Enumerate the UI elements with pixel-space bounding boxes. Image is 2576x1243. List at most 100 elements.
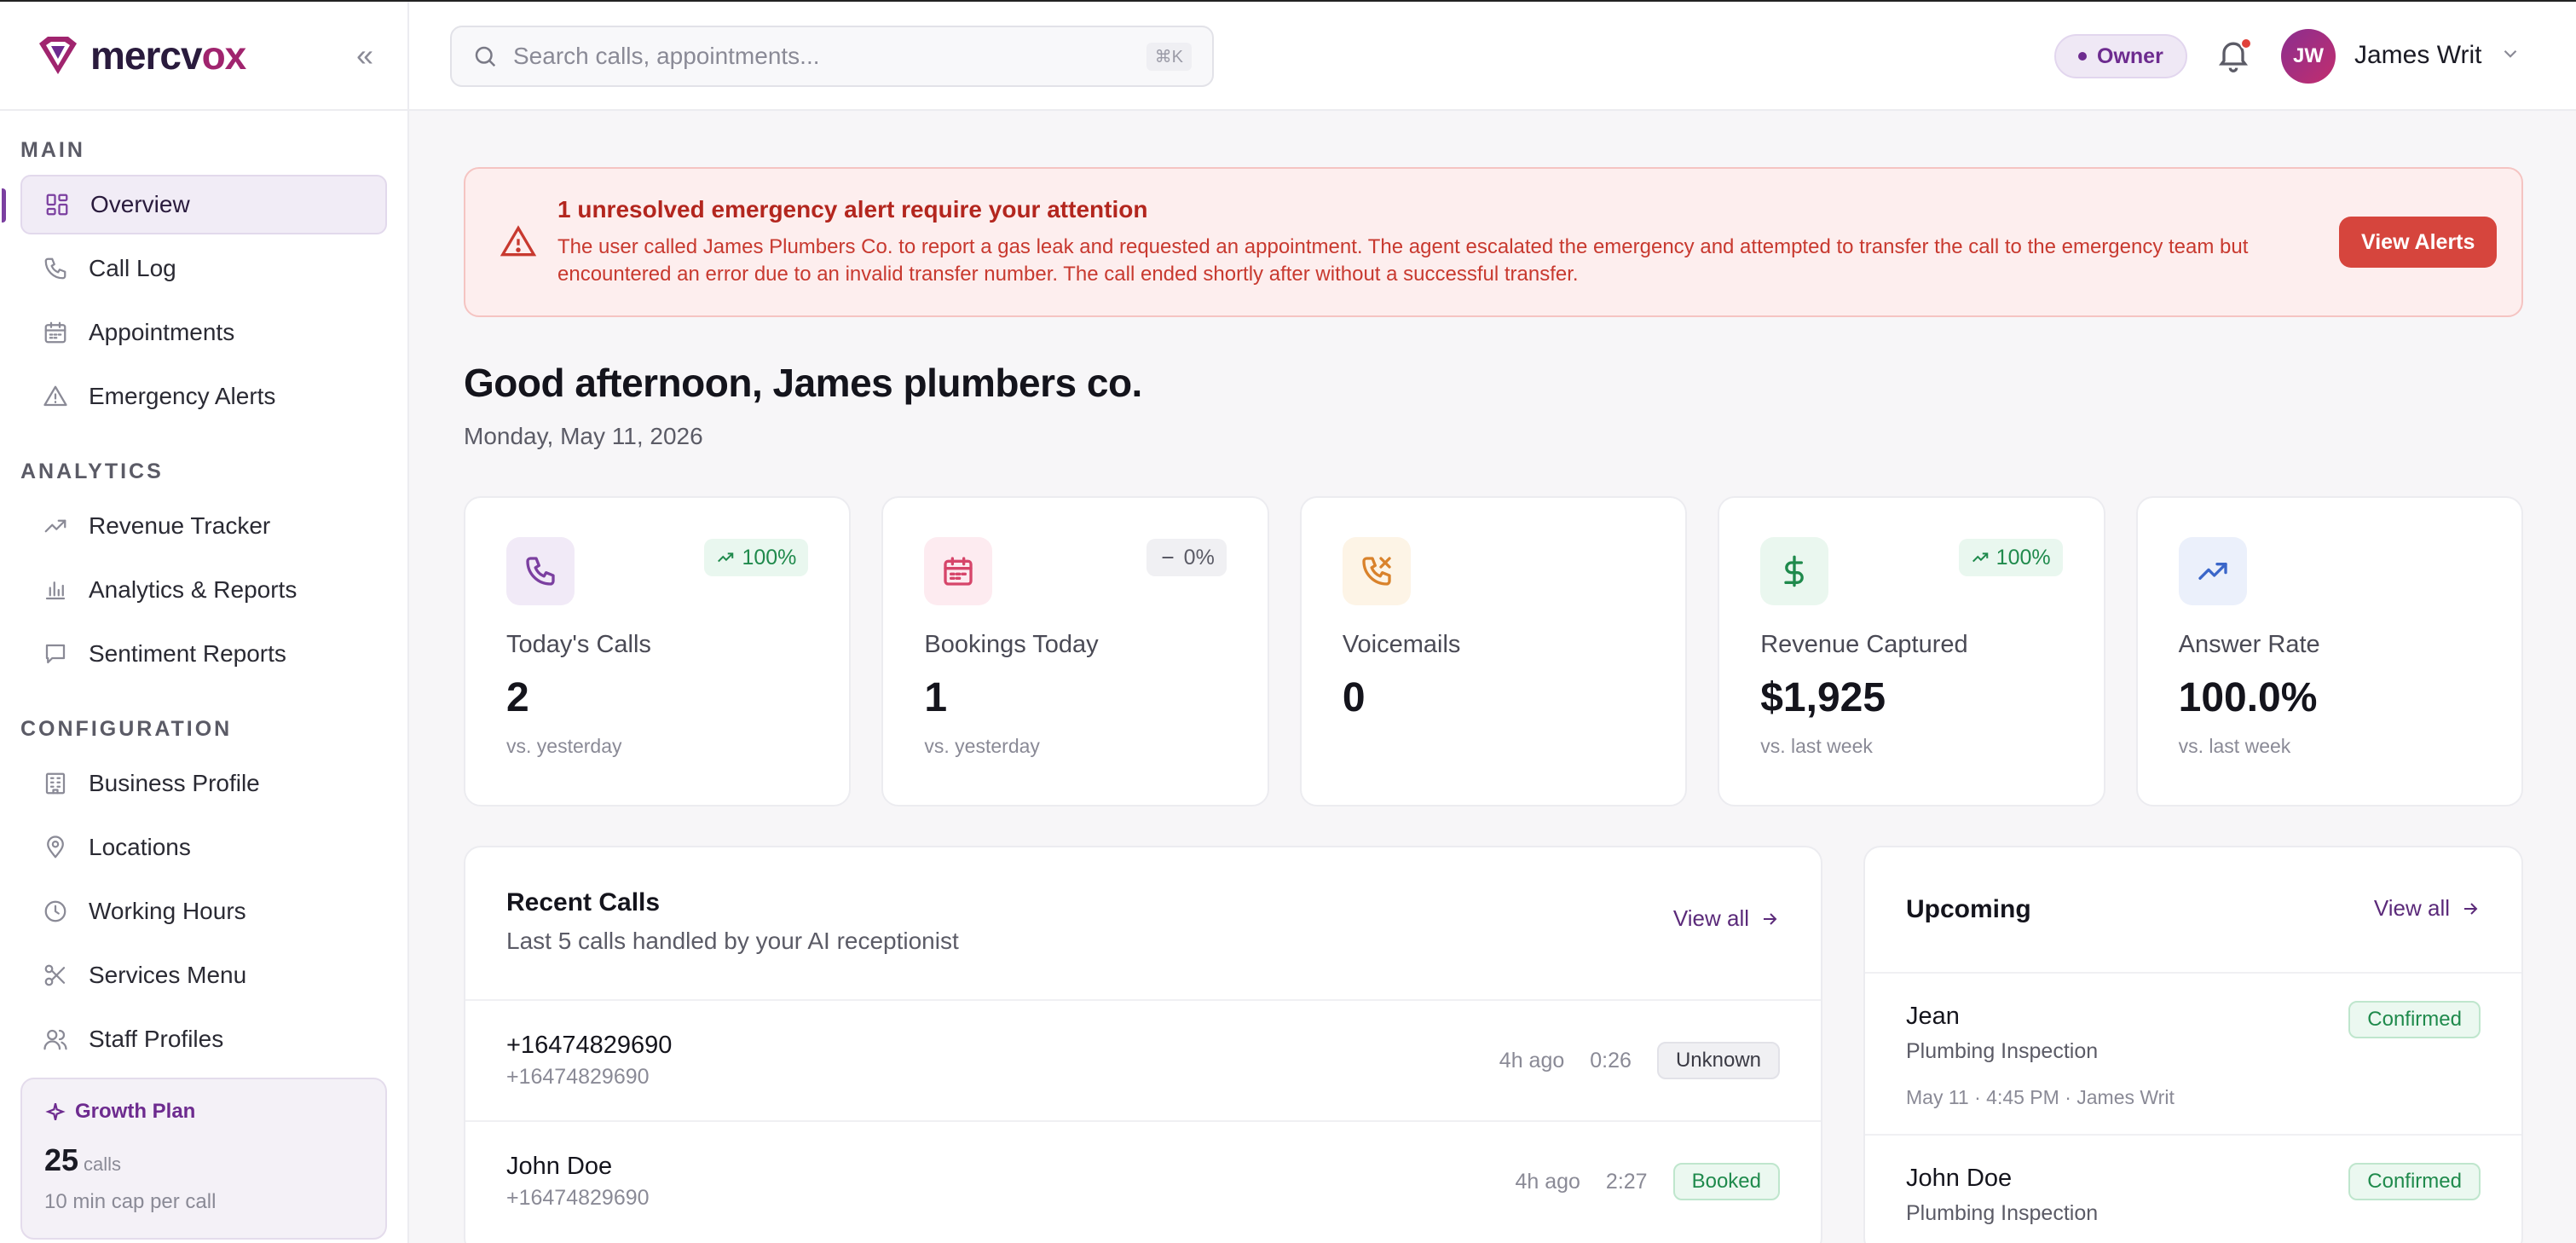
- caller-phone: +16474829690: [506, 1186, 650, 1210]
- stat-icon-box: [1760, 537, 1829, 605]
- trend-badge: 100%: [1958, 539, 2063, 576]
- phone-missed-icon: [1362, 557, 1391, 586]
- nav-heading: MAIN: [20, 138, 85, 162]
- search-box[interactable]: ⌘K: [450, 26, 1214, 87]
- notifications-button[interactable]: [2215, 36, 2255, 77]
- stat-sub: vs. last week: [1760, 735, 1873, 757]
- caller-name: +16474829690: [506, 1032, 673, 1059]
- sidebar-item-overview[interactable]: Overview: [2, 175, 387, 234]
- plan-card[interactable]: Growth Plan 25 calls 10 min cap per call: [20, 1078, 387, 1240]
- stat-label: Today's Calls: [506, 631, 651, 658]
- trending-up-icon: [718, 552, 734, 563]
- calendar-icon: [944, 557, 973, 586]
- sidebar-item-analytics-reports[interactable]: Analytics & Reports: [20, 560, 387, 620]
- stat-value: 0: [1342, 675, 1366, 720]
- sidebar-item-business-profile[interactable]: Business Profile: [20, 754, 387, 813]
- status-badge: Confirmed: [2348, 1001, 2481, 1038]
- sidebar-item-emergency-alerts[interactable]: Emergency Alerts: [20, 367, 387, 426]
- alert-text: The user called James Plumbers Co. to re…: [557, 235, 2249, 286]
- stat-value: 2: [506, 675, 529, 720]
- search-input[interactable]: [513, 43, 1131, 70]
- stat-sub: vs. yesterday: [924, 735, 1040, 757]
- stat-sub: vs. last week: [2178, 735, 2291, 757]
- stat-label: Revenue Captured: [1760, 631, 1968, 658]
- collapse-sidebar-icon[interactable]: «: [356, 38, 373, 73]
- list-item[interactable]: Jean Plumbing Inspection May 11 · 4:45 PM …: [1865, 972, 2521, 1134]
- stat-card[interactable]: 100% Today's Calls 2 vs. yesterday: [464, 496, 852, 807]
- bar-chart-icon: [45, 581, 66, 600]
- upcoming-list: Jean Plumbing Inspection May 11 · 4:45 PM …: [1865, 972, 2521, 1243]
- message-icon: [45, 644, 66, 664]
- sidebar-item-staff-profiles[interactable]: Staff Profiles: [20, 1009, 387, 1069]
- sidebar-nav: MAIN Overview Call Log Appointments Emergenc…: [0, 111, 407, 1069]
- nav-heading: ANALYTICS: [20, 460, 164, 483]
- building-icon: [43, 771, 68, 796]
- role-badge: Owner: [2054, 34, 2187, 78]
- stats-row: 100% Today's Calls 2 vs. yesterday 0% Booking…: [464, 496, 2524, 807]
- sidebar-item-sentiment-reports[interactable]: Sentiment Reports: [20, 624, 387, 684]
- phone-icon: [43, 256, 68, 281]
- sidebar-item-label: Analytics & Reports: [89, 576, 297, 603]
- stat-card[interactable]: Voicemails 0: [1299, 496, 1688, 807]
- sidebar-item-call-log[interactable]: Call Log: [20, 239, 387, 298]
- call-duration: 0:26: [1590, 1048, 1632, 1072]
- clock-icon: [44, 900, 66, 922]
- nav-heading: CONFIGURATION: [20, 717, 233, 741]
- status-badge: Unknown: [1656, 1042, 1780, 1079]
- sidebar: mercvox « MAIN Overview Call Log Appointmen…: [0, 2, 409, 1243]
- list-item[interactable]: John Doe Plumbing Inspection Confirmed: [1865, 1134, 2521, 1243]
- sidebar-item-label: Services Menu: [89, 962, 247, 988]
- plan-note: 10 min cap per call: [44, 1190, 217, 1213]
- call-time-ago: 4h ago: [1515, 1169, 1580, 1194]
- sidebar-item-label: Working Hours: [89, 898, 246, 924]
- stat-value: 1: [924, 675, 948, 720]
- stat-card[interactable]: 100% Revenue Captured $1,925 vs. last week: [1718, 496, 2105, 807]
- recent-calls-list: +16474829690 +16474829690 4h ago 0:26 Unknow…: [465, 999, 1821, 1241]
- upcoming-panel: Upcoming View all Jean Plumbing Inspectio…: [1863, 846, 2523, 1243]
- sidebar-item-working-hours[interactable]: Working Hours: [20, 882, 387, 941]
- calendar-icon: [44, 321, 66, 344]
- table-row[interactable]: John Doe +16474829690 4h ago 2:27 Booked: [465, 1120, 1821, 1241]
- sidebar-item-services-menu[interactable]: Services Menu: [20, 945, 387, 1005]
- trending-up-icon: [1972, 552, 1988, 563]
- upcoming-view-all-link[interactable]: View all: [2374, 895, 2481, 922]
- arrow-right-icon: [2464, 902, 2478, 915]
- recent-calls-view-all-link[interactable]: View all: [1673, 905, 1780, 932]
- caller-name: John Doe: [506, 1153, 613, 1180]
- clock-icon: [43, 899, 68, 924]
- trending-up-icon: [2198, 563, 2227, 580]
- view-alerts-button[interactable]: View Alerts: [2339, 217, 2498, 268]
- sidebar-item-revenue-tracker[interactable]: Revenue Tracker: [20, 496, 387, 556]
- stat-label: Answer Rate: [2178, 631, 2320, 658]
- brand-logo[interactable]: mercvox: [34, 32, 246, 78]
- trend-badge: 100%: [704, 539, 809, 576]
- scissors-icon: [44, 964, 66, 986]
- appointment-service: Plumbing Inspection: [1906, 1201, 2099, 1225]
- status-badge: Confirmed: [2348, 1163, 2481, 1200]
- grid-icon: [44, 192, 70, 217]
- recent-calls-subtitle: Last 5 calls handled by your AI receptio…: [506, 928, 959, 954]
- sidebar-item-label: Business Profile: [89, 770, 260, 796]
- sidebar-item-locations[interactable]: Locations: [20, 818, 387, 877]
- call-time-ago: 4h ago: [1499, 1048, 1565, 1072]
- sidebar-item-label: Appointments: [89, 319, 235, 345]
- avatar[interactable]: JW: [2281, 29, 2336, 84]
- stat-sub: vs. yesterday: [506, 735, 622, 757]
- notification-dot: [2240, 38, 2252, 49]
- sidebar-item-label: Staff Profiles: [89, 1026, 224, 1052]
- call-duration: 2:27: [1605, 1169, 1648, 1194]
- stat-card[interactable]: 0% Bookings Today 1 vs. yesterday: [881, 496, 1269, 807]
- user-name[interactable]: James Writ: [2354, 41, 2481, 70]
- stat-value: $1,925: [1760, 675, 1886, 720]
- users-icon: [43, 1029, 67, 1050]
- map-pin-icon: [43, 835, 68, 860]
- page-title: Good afternoon, James plumbers co.: [464, 361, 1142, 405]
- table-row[interactable]: +16474829690 +16474829690 4h ago 0:26 Unknow…: [465, 999, 1821, 1120]
- chevron-down-icon[interactable]: [2499, 43, 2521, 69]
- plan-title: Growth Plan: [44, 1100, 363, 1124]
- stat-label: Bookings Today: [924, 631, 1099, 658]
- sidebar-item-appointments[interactable]: Appointments: [20, 303, 387, 362]
- search-shortcut: ⌘K: [1146, 42, 1192, 71]
- stat-card[interactable]: Answer Rate 100.0% vs. last week: [2135, 496, 2524, 807]
- arrow-right-icon: [1764, 912, 1777, 925]
